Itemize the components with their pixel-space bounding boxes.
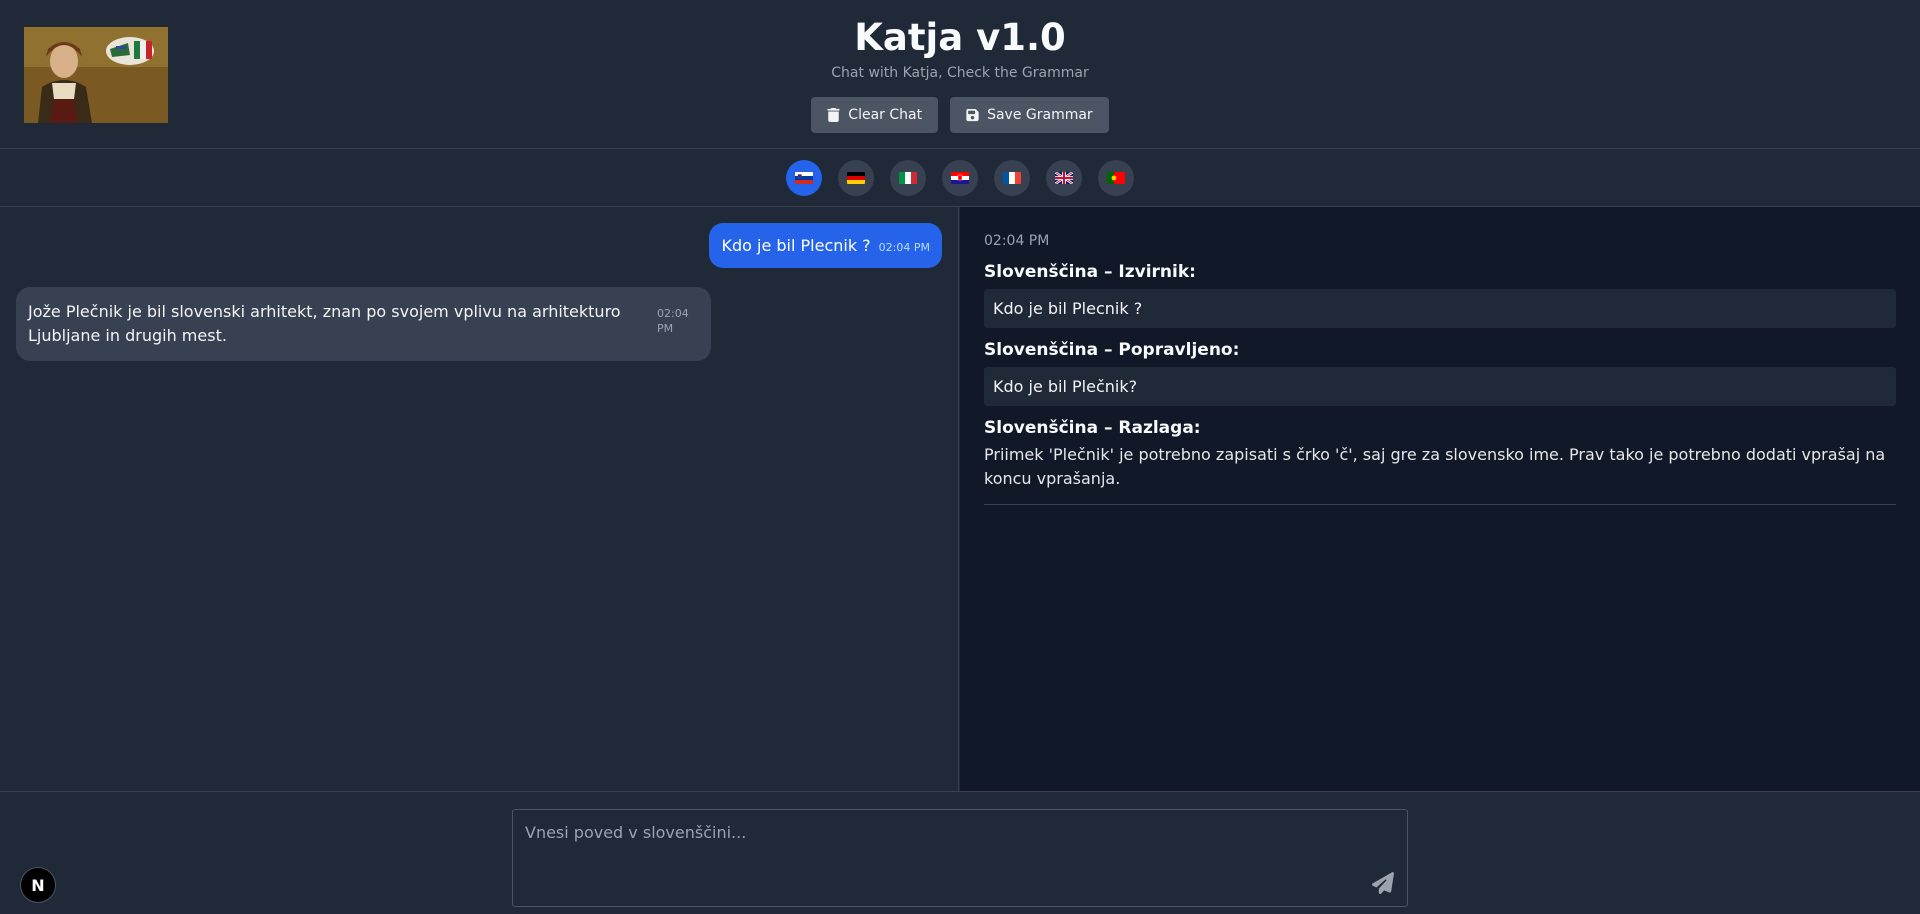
app-title: Katja v1.0 xyxy=(854,16,1066,59)
chat-pane: Kdo je bil Plecnik ? 02:04 PM Jože Plečn… xyxy=(0,207,959,791)
language-selector xyxy=(0,149,1920,207)
message-input-wrapper xyxy=(512,809,1408,907)
user-message-time: 02:04 PM xyxy=(878,241,930,254)
germany-flag-icon xyxy=(847,171,865,184)
nextjs-badge-icon[interactable]: N xyxy=(20,867,56,903)
language-button-de[interactable] xyxy=(838,159,874,196)
grammar-timestamp: 02:04 PM xyxy=(984,233,1050,249)
clear-chat-label: Clear Chat xyxy=(848,107,923,123)
user-message: Kdo je bil Plecnik ? 02:04 PM xyxy=(709,223,942,268)
send-icon xyxy=(1371,872,1394,895)
explanation-text: Priimek 'Plečnik' je potrebno zapisati s… xyxy=(984,445,1886,488)
save-grammar-button[interactable]: Save Grammar xyxy=(950,97,1109,133)
explanation-label: Slovenščina – Razlaga: xyxy=(984,418,1201,438)
send-button[interactable] xyxy=(1371,872,1395,896)
app-header: Katja v1.0 Chat with Katja, Check the Gr… xyxy=(0,0,1920,149)
save-grammar-label: Save Grammar xyxy=(987,107,1093,123)
user-message-text: Kdo je bil Plecnik ? xyxy=(721,236,871,255)
assistant-message-text: Jože Plečnik je bil slovenski arhitekt, … xyxy=(28,302,621,345)
portugal-flag-icon xyxy=(1107,171,1125,184)
france-flag-icon xyxy=(1003,171,1021,184)
language-button-pt[interactable] xyxy=(1098,159,1134,196)
assistant-message: Jože Plečnik je bil slovenski arhitekt, … xyxy=(16,287,711,361)
original-text: Kdo je bil Plecnik ? xyxy=(984,289,1896,328)
clear-chat-button[interactable]: Clear Chat xyxy=(811,97,939,133)
message-input[interactable] xyxy=(513,810,1407,906)
corrected-label: Slovenščina – Popravljeno: xyxy=(984,340,1240,360)
save-icon xyxy=(966,108,979,122)
slovenia-flag-icon xyxy=(795,171,813,184)
croatia-flag-icon xyxy=(951,171,969,184)
trash-icon xyxy=(827,108,840,122)
corrected-text: Kdo je bil Plečnik? xyxy=(984,367,1896,406)
italy-flag-icon xyxy=(899,171,917,184)
language-button-hr[interactable] xyxy=(942,159,978,196)
grammar-divider xyxy=(984,504,1896,505)
original-label: Slovenščina – Izvirnik: xyxy=(984,262,1196,282)
uk-flag-icon xyxy=(1055,171,1073,184)
app-subtitle: Chat with Katja, Check the Grammar xyxy=(831,65,1089,81)
language-button-sl[interactable] xyxy=(786,159,822,196)
language-button-it[interactable] xyxy=(890,159,926,196)
language-button-fr[interactable] xyxy=(994,159,1030,196)
input-bar xyxy=(0,791,1920,914)
language-button-en[interactable] xyxy=(1046,159,1082,196)
grammar-pane: 02:04 PM Slovenščina – Izvirnik: Kdo je … xyxy=(960,207,1920,791)
badge-label: N xyxy=(31,875,45,895)
assistant-message-time: 02:04 PM xyxy=(657,307,689,335)
